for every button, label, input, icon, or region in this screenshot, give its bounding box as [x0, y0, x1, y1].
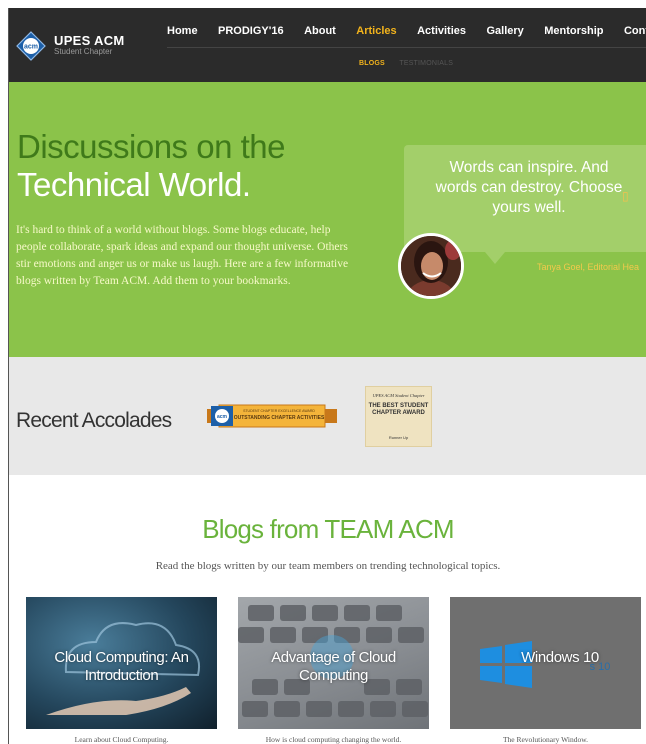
blog-card-desc: The Revolutionary Window. — [502, 735, 589, 744]
nav-about[interactable]: About — [304, 25, 336, 37]
accolades-section: Recent Accolades acm STUDENT CHAPTER EXC… — [9, 357, 646, 475]
blogs-subtitle: Read the blogs written by our team membe… — [155, 560, 501, 572]
site-logo[interactable]: acm UPES ACM Student Chapter — [16, 28, 166, 64]
subnav-blogs[interactable]: BLOGS — [359, 60, 385, 67]
nav-home[interactable]: Home — [167, 25, 198, 37]
blogs-title: Blogs from TEAM ACM — [202, 514, 454, 544]
logo-subtitle: Student Chapter — [54, 47, 113, 56]
blog-card-title: Windows 10 — [521, 649, 599, 666]
ribbon-top-text: STUDENT CHAPTER EXCELLENCE AWARD — [243, 409, 315, 413]
nav-mentorship[interactable]: Mentorship — [544, 25, 603, 37]
ribbon-logo-text: acm — [217, 414, 228, 420]
quote-bubble-tail — [485, 252, 505, 264]
chapter-activities-ribbon-award: acm STUDENT CHAPTER EXCELLENCE AWARD OUT… — [207, 404, 337, 428]
author-portrait-icon — [401, 236, 461, 296]
nav-activities[interactable]: Activities — [417, 25, 466, 37]
award-chapter-name: UPES ACM Student Chapter — [372, 393, 425, 398]
blog-card-cloud-advantage[interactable]: Advantage of Cloud Computing — [238, 597, 429, 729]
top-navbar: acm UPES ACM Student Chapter Home PRODIG… — [9, 8, 646, 82]
award-title: THE BEST STUDENT CHAPTER AWARD — [368, 403, 429, 416]
hero-description: It's hard to think of a world without bl… — [16, 224, 349, 287]
quote-author: Tanya Goel, Editorial Hea — [537, 262, 640, 272]
nav-articles[interactable]: Articles — [356, 25, 396, 37]
quote-text: Words can inspire. And words can destroy… — [435, 159, 623, 216]
logo-badge-text: acm — [24, 44, 38, 51]
hero-section: Discussions on the Technical World. It's… — [9, 82, 646, 357]
logo-name: UPES ACM — [54, 33, 125, 48]
nav-gallery[interactable]: Gallery — [486, 25, 523, 37]
articles-submenu: BLOGS TESTIMONIALS — [359, 52, 463, 70]
blog-card-windows10[interactable]: s 10 Windows 10 — [450, 597, 641, 729]
main-menu: Home PRODIGY'16 About Articles Activitie… — [167, 21, 646, 41]
hero-title-line1: Discussions on the — [17, 128, 285, 165]
nav-contact[interactable]: Contac — [624, 25, 646, 37]
blog-card-title: Cloud Computing: An Introduction — [54, 649, 189, 684]
menu-divider — [167, 47, 646, 48]
author-avatar — [398, 233, 464, 299]
accolades-title: Recent Accolades — [16, 409, 172, 432]
blog-card-title: Advantage of Cloud Computing — [271, 649, 396, 684]
blog-card-cloud-intro[interactable]: Cloud Computing: An Introduction — [26, 597, 217, 729]
blog-card-desc: How is cloud computing changing the worl… — [265, 735, 402, 744]
nav-prodigy16[interactable]: PRODIGY'16 — [218, 25, 284, 37]
blog-card-desc: Learn about Cloud Computing. — [74, 735, 169, 744]
quote-icon: ▯ — [622, 189, 629, 203]
ribbon-text: OUTSTANDING CHAPTER ACTIVITIES — [234, 415, 325, 421]
subnav-testimonials[interactable]: TESTIMONIALS — [399, 60, 453, 67]
best-chapter-award-certificate: UPES ACM Student Chapter THE BEST STUDEN… — [365, 386, 432, 447]
award-rank: Runner Up — [388, 435, 409, 440]
page-frame: acm UPES ACM Student Chapter Home PRODIG… — [8, 8, 646, 744]
acm-diamond-logo-icon: acm — [16, 31, 46, 61]
hero-title-line2: Technical World. — [17, 166, 251, 203]
